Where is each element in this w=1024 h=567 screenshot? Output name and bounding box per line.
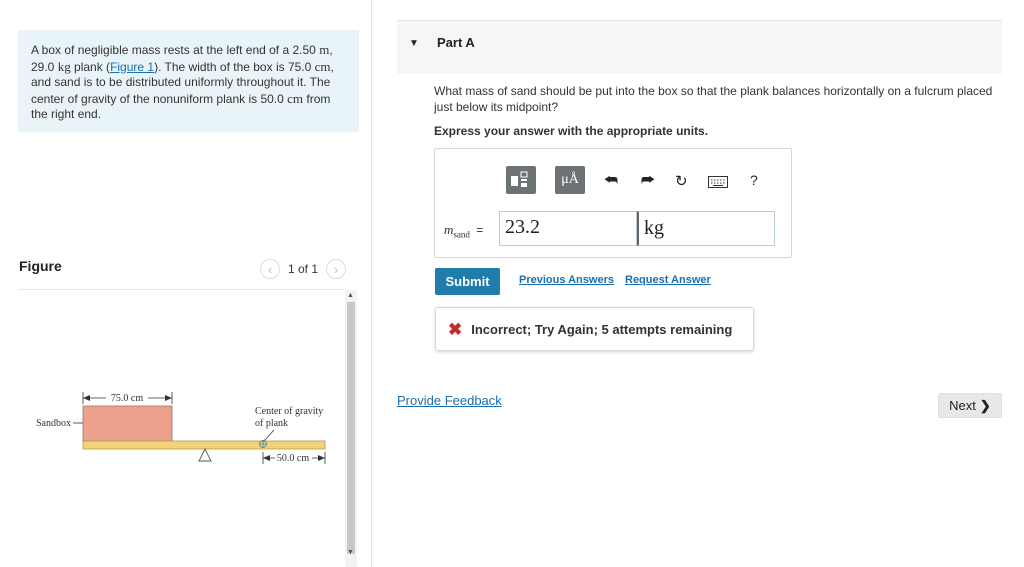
figure-pager-label: 1 of 1 [288, 262, 319, 276]
collapse-caret-icon[interactable]: ▼ [409, 38, 419, 49]
incorrect-x-icon: ✖ [448, 319, 463, 339]
scroll-up-icon[interactable]: ▲ [347, 292, 354, 299]
question-text: What mass of sand should be put into the… [434, 84, 993, 114]
answer-value-input[interactable]: 23.2 [499, 211, 637, 246]
feedback-text: Incorrect; Try Again; 5 attempts remaini… [471, 321, 733, 337]
units-button[interactable]: μÅ [555, 166, 585, 194]
provide-feedback-link[interactable]: Provide Feedback [397, 393, 502, 408]
divider [18, 289, 344, 290]
reset-icon[interactable]: ↻ [675, 172, 688, 190]
request-answer-link[interactable]: Request Answer [625, 274, 711, 286]
answer-unit-input[interactable]: kg [637, 211, 775, 246]
keyboard-icon[interactable] [708, 175, 728, 193]
help-icon[interactable]: ? [750, 172, 758, 188]
previous-answers-link[interactable]: Previous Answers [519, 274, 614, 286]
dim-box-label: 75.0 cm [111, 393, 143, 404]
scrollbar-thumb[interactable] [347, 302, 355, 554]
figure-heading: Figure [19, 258, 62, 274]
part-header[interactable] [397, 20, 1002, 74]
problem-statement: A box of negligible mass rests at the le… [18, 30, 359, 132]
panel-divider [371, 0, 372, 567]
dim-cg-label: 50.0 cm [277, 453, 309, 464]
problem-text: plank ( [70, 59, 111, 74]
sandbox-rect [82, 405, 173, 442]
feedback-message: ✖ Incorrect; Try Again; 5 attempts remai… [435, 307, 754, 351]
next-figure-button[interactable]: › [326, 259, 347, 279]
equals-sign: = [476, 223, 484, 237]
scroll-down-icon[interactable]: ▼ [347, 549, 354, 556]
unit-cm: cm [314, 58, 331, 74]
instruction-text: Express your answer with the appropriate… [434, 124, 709, 138]
redo-icon[interactable]: ⮫ [641, 172, 655, 189]
templates-button[interactable] [506, 166, 536, 194]
templates-icon [511, 171, 528, 187]
variable-symbol: m [444, 222, 454, 237]
next-label: Next [949, 398, 976, 413]
cg-label-1: Center of gravity [255, 406, 323, 417]
fulcrum-icon [198, 447, 212, 462]
unit-m: m [319, 42, 330, 57]
part-title[interactable]: Part A [437, 35, 475, 50]
plank-rect [82, 440, 326, 450]
prev-figure-button[interactable]: ‹ [260, 259, 280, 279]
variable-label: msand = [444, 222, 483, 239]
sandbox-label: Sandbox [36, 418, 71, 429]
figure-pager: ‹ 1 of 1 › [260, 259, 347, 279]
chevron-right-icon: ❯ [979, 397, 991, 413]
figure-link[interactable]: Figure 1 [110, 60, 154, 74]
unit-cm: cm [287, 90, 304, 106]
problem-text: ). The width of the box is 75.0 [154, 59, 315, 74]
unit-kg: kg [57, 58, 71, 74]
figure-diagram: 75.0 cm Sandbox Center of gravity of pla… [36, 392, 326, 464]
variable-subscript: sand [453, 229, 470, 240]
units-icon: μÅ [561, 172, 579, 187]
cg-label-2: of plank [255, 418, 288, 429]
next-button[interactable]: Next ❯ [938, 393, 1002, 418]
undo-icon[interactable]: ⮪ [604, 172, 618, 189]
problem-text: A box of negligible mass rests at the le… [31, 43, 320, 57]
submit-button[interactable]: Submit [435, 268, 500, 295]
